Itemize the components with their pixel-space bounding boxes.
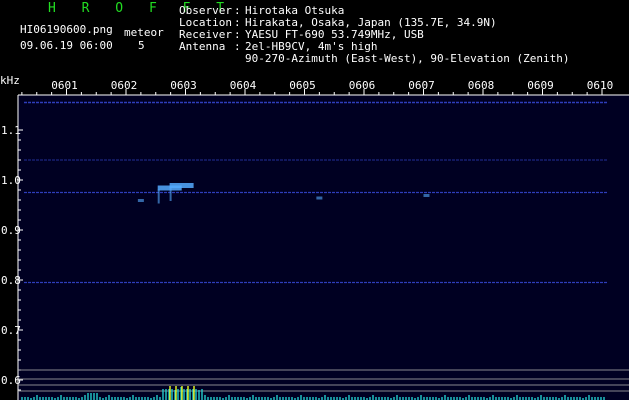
file-name: HI06190600.png bbox=[20, 23, 113, 36]
y-tick-label: 0.9 bbox=[1, 224, 21, 237]
y-tick-label: 1.0 bbox=[1, 174, 21, 187]
x-tick-label: 0610 bbox=[587, 79, 614, 92]
y-tick-label: 0.8 bbox=[1, 274, 21, 287]
meteor-echo-tail bbox=[157, 189, 160, 204]
y-tick-label: 1.1 bbox=[1, 124, 21, 137]
location-value: Hirakata, Osaka, Japan (135.7E, 34.9N) bbox=[245, 16, 497, 29]
x-tick-label: 0608 bbox=[468, 79, 495, 92]
meteor-echo-tail bbox=[169, 187, 172, 201]
colon: : bbox=[234, 40, 241, 53]
colon: : bbox=[234, 4, 241, 17]
meteor-echo bbox=[169, 183, 194, 188]
receiver-value: YAESU FT-690 53.749MHz, USB bbox=[245, 28, 424, 41]
meteor-echo bbox=[423, 194, 430, 197]
plot-background bbox=[18, 95, 629, 400]
mode-label: meteor bbox=[124, 26, 164, 39]
colon: : bbox=[234, 16, 241, 29]
y-tick-label: 0.6 bbox=[1, 374, 21, 387]
receiver-label: Receiver bbox=[179, 28, 232, 41]
location-label: Location bbox=[179, 16, 232, 29]
x-tick-label: 0601 bbox=[51, 79, 78, 92]
antenna-value: 2el-HB9CV, 4m's high bbox=[245, 40, 378, 53]
observer-value: Hirotaka Otsuka bbox=[245, 4, 345, 17]
x-tick-label: 0606 bbox=[349, 79, 376, 92]
x-tick-label: 0607 bbox=[408, 79, 435, 92]
meteor-echo bbox=[316, 196, 323, 200]
x-tick-label: 0604 bbox=[230, 79, 257, 92]
antenna-value-line2: 90-270-Azimuth (East-West), 90-Elevation… bbox=[245, 52, 570, 65]
x-tick-label: 0602 bbox=[111, 79, 138, 92]
colon: : bbox=[234, 28, 241, 41]
x-tick-label: 0609 bbox=[527, 79, 554, 92]
y-axis-label: kHz bbox=[0, 74, 20, 87]
antenna-label: Antenna bbox=[179, 40, 226, 53]
observer-label: Observer bbox=[179, 4, 232, 17]
datetime: 09.06.19 06:00 bbox=[20, 39, 113, 52]
meteor-count: 5 bbox=[138, 39, 145, 52]
y-tick-label: 0.7 bbox=[1, 324, 21, 337]
meteor-echo bbox=[137, 199, 144, 202]
x-tick-label: 0605 bbox=[289, 79, 316, 92]
x-tick-label: 0603 bbox=[170, 79, 197, 92]
